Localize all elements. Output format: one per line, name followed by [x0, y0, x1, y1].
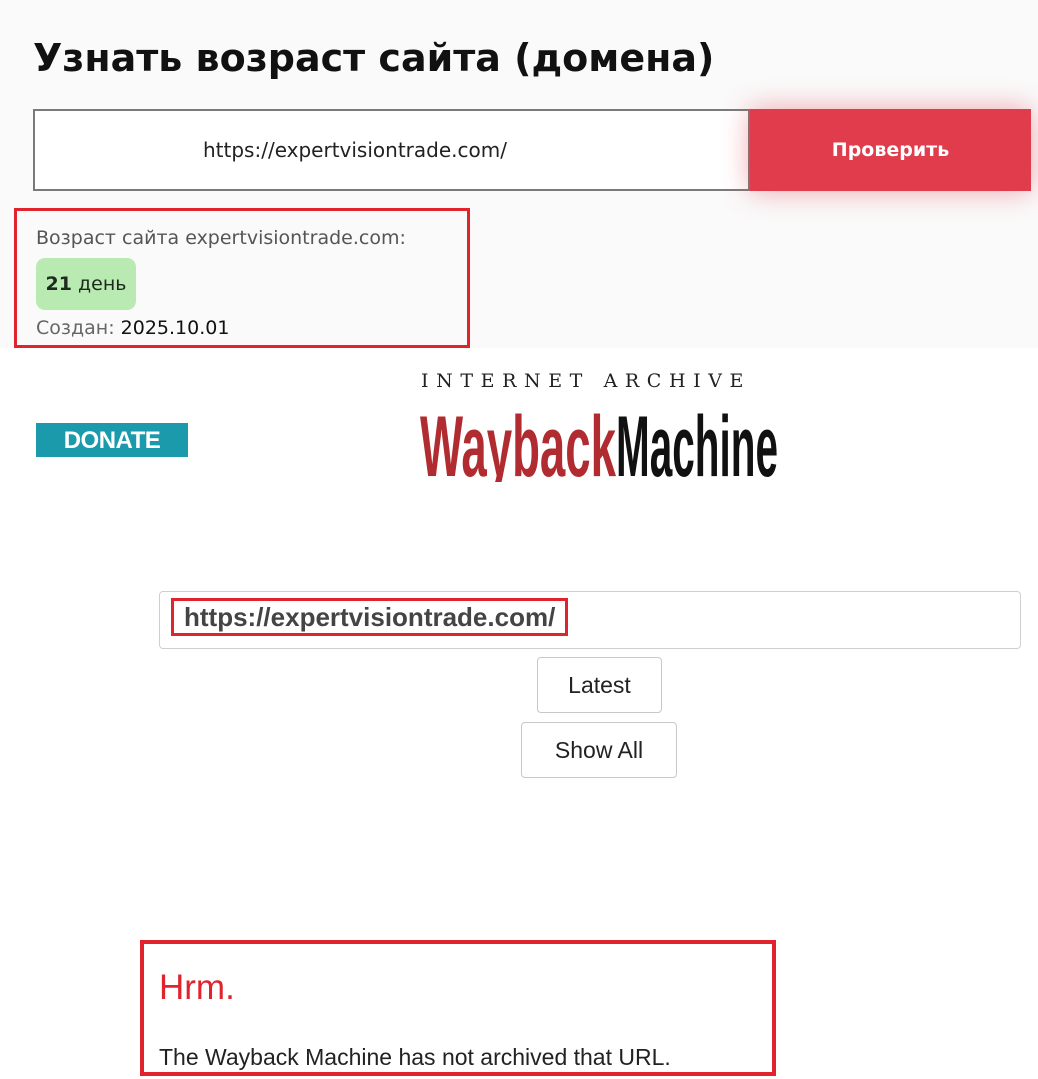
domain-url-input[interactable]	[33, 109, 750, 191]
age-result-box: Возраст сайта expertvisiontrade.com: 21 …	[14, 208, 470, 348]
age-result-label: Возраст сайта expertvisiontrade.com:	[36, 227, 406, 249]
error-box: Hrm. The Wayback Machine has not archive…	[140, 940, 776, 1076]
age-number: 21	[45, 273, 72, 295]
donate-button[interactable]: DONATE	[36, 423, 188, 457]
internet-archive-logo-text: INTERNET ARCHIVE	[421, 370, 752, 392]
created-label: Создан:	[36, 317, 115, 339]
error-title: Hrm.	[159, 968, 235, 1007]
created-row: Создан: 2025.10.01	[36, 317, 229, 339]
domain-age-checker: Узнать возраст сайта (домена) Проверить …	[0, 0, 1038, 348]
show-all-button[interactable]: Show All	[521, 722, 677, 778]
wayback-logo-text: Wayback	[420, 399, 616, 482]
machine-logo-text: Machine	[616, 399, 778, 482]
wayback-machine-logo[interactable]: Wayback Machine	[418, 396, 780, 482]
age-unit: день	[78, 273, 127, 295]
latest-button[interactable]: Latest	[537, 657, 662, 713]
age-badge: 21 день	[36, 258, 136, 310]
wayback-url-input[interactable]: https://expertvisiontrade.com/	[159, 591, 1021, 649]
page-title: Узнать возраст сайта (домена)	[33, 36, 715, 80]
error-message: The Wayback Machine has not archived tha…	[159, 1044, 671, 1070]
wayback-url-value: https://expertvisiontrade.com/	[171, 598, 569, 636]
check-button[interactable]: Проверить	[750, 109, 1031, 191]
created-date: 2025.10.01	[120, 317, 230, 339]
